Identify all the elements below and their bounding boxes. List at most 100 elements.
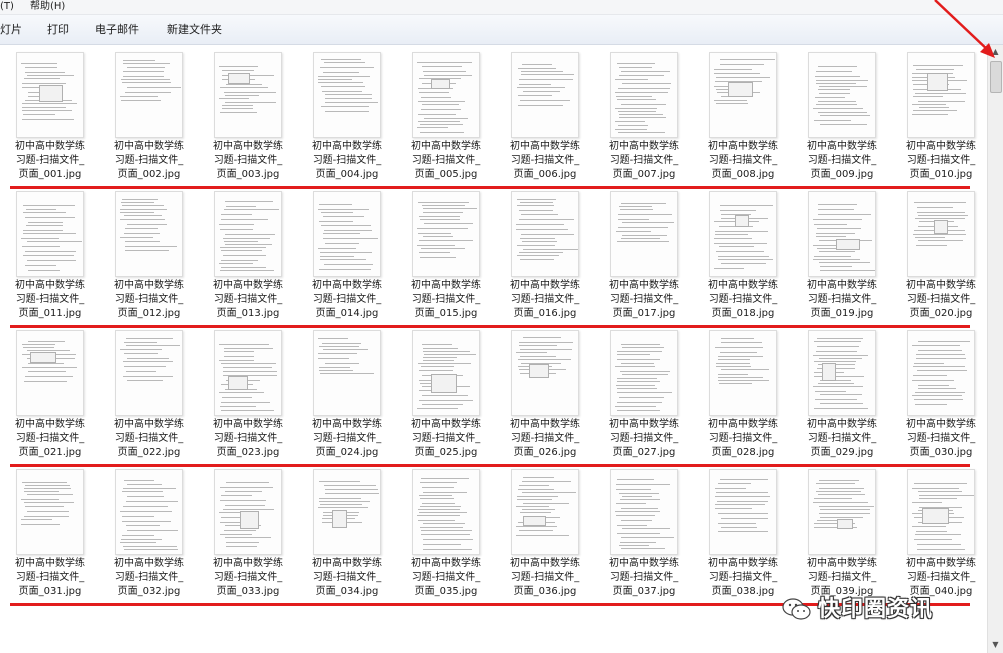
slideshow-button[interactable]: 灯片 xyxy=(0,23,22,37)
file-page-label: 页面_025.jpg xyxy=(414,447,478,458)
file-name-line2: 习题-扫描文件_ xyxy=(510,155,580,166)
file-tile[interactable]: 初中高中数学练 习题-扫描文件_ 页面_037.jpg xyxy=(597,466,691,604)
file-tile[interactable]: 初中高中数学练 习题-扫描文件_ 页面_010.jpg xyxy=(894,49,987,187)
file-tile[interactable]: 初中高中数学练 习题-扫描文件_ 页面_020.jpg xyxy=(894,188,987,326)
file-tile[interactable]: 初中高中数学练 习题-扫描文件_ 页面_022.jpg xyxy=(102,327,196,465)
file-thumbnail xyxy=(610,52,678,138)
file-tile[interactable]: 初中高中数学练 习题-扫描文件_ 页面_023.jpg xyxy=(201,327,295,465)
file-tile[interactable]: 初中高中数学练 习题-扫描文件_ 页面_025.jpg xyxy=(399,327,493,465)
file-name: 初中高中数学练 习题-扫描文件_ 页面_037.jpg xyxy=(597,557,691,599)
file-thumbnail xyxy=(115,52,183,138)
file-page-label: 页面_040.jpg xyxy=(909,586,973,597)
file-tile[interactable]: 初中高中数学练 习题-扫描文件_ 页面_040.jpg xyxy=(894,466,987,604)
scroll-up-arrow-icon[interactable]: ▲ xyxy=(990,47,1001,57)
menu-help[interactable]: 帮助(H) xyxy=(30,1,65,13)
file-tile[interactable]: 初中高中数学练 习题-扫描文件_ 页面_012.jpg xyxy=(102,188,196,326)
email-button[interactable]: 电子邮件 xyxy=(95,23,139,37)
file-page-label: 页面_037.jpg xyxy=(612,586,676,597)
scroll-down-arrow-icon[interactable]: ▼ xyxy=(990,640,1001,650)
file-name-line2: 习题-扫描文件_ xyxy=(312,572,382,583)
file-tile[interactable]: 初中高中数学练 习题-扫描文件_ 页面_013.jpg xyxy=(201,188,295,326)
file-thumbnail xyxy=(412,52,480,138)
file-tile[interactable]: 初中高中数学练 习题-扫描文件_ 页面_002.jpg xyxy=(102,49,196,187)
file-name: 初中高中数学练 习题-扫描文件_ 页面_009.jpg xyxy=(795,140,889,182)
file-name-line2: 习题-扫描文件_ xyxy=(213,155,283,166)
scroll-thumb[interactable] xyxy=(990,61,1002,93)
file-tile[interactable]: 初中高中数学练 习题-扫描文件_ 页面_007.jpg xyxy=(597,49,691,187)
file-tile[interactable]: 初中高中数学练 习题-扫描文件_ 页面_036.jpg xyxy=(498,466,592,604)
file-page-label: 页面_016.jpg xyxy=(513,308,577,319)
file-name: 初中高中数学练 习题-扫描文件_ 页面_020.jpg xyxy=(894,279,987,321)
file-tile[interactable]: 初中高中数学练 习题-扫描文件_ 页面_006.jpg xyxy=(498,49,592,187)
row-highlight-underline xyxy=(10,464,970,467)
file-tile[interactable]: 初中高中数学练 习题-扫描文件_ 页面_003.jpg xyxy=(201,49,295,187)
file-name-line2: 习题-扫描文件_ xyxy=(510,433,580,444)
file-name: 初中高中数学练 习题-扫描文件_ 页面_023.jpg xyxy=(201,418,295,460)
file-thumbnail xyxy=(214,191,282,277)
file-tile[interactable]: 初中高中数学练 习题-扫描文件_ 页面_011.jpg xyxy=(3,188,97,326)
file-tile[interactable]: 初中高中数学练 习题-扫描文件_ 页面_038.jpg xyxy=(696,466,790,604)
row-highlight-underline xyxy=(10,603,970,606)
file-name-line1: 初中高中数学练 xyxy=(213,141,283,152)
file-name: 初中高中数学练 习题-扫描文件_ 页面_030.jpg xyxy=(894,418,987,460)
file-page-label: 页面_032.jpg xyxy=(117,586,181,597)
file-page-label: 页面_024.jpg xyxy=(315,447,379,458)
file-tile[interactable]: 初中高中数学练 习题-扫描文件_ 页面_034.jpg xyxy=(300,466,394,604)
file-page-label: 页面_005.jpg xyxy=(414,169,478,180)
file-tile[interactable]: 初中高中数学练 习题-扫描文件_ 页面_019.jpg xyxy=(795,188,889,326)
file-tile[interactable]: 初中高中数学练 习题-扫描文件_ 页面_021.jpg xyxy=(3,327,97,465)
file-tile[interactable]: 初中高中数学练 习题-扫描文件_ 页面_027.jpg xyxy=(597,327,691,465)
file-name-line1: 初中高中数学练 xyxy=(114,558,184,569)
file-page-label: 页面_038.jpg xyxy=(711,586,775,597)
file-name-line1: 初中高中数学练 xyxy=(312,280,382,291)
file-name-line1: 初中高中数学练 xyxy=(708,141,778,152)
file-name-line1: 初中高中数学练 xyxy=(213,558,283,569)
file-name-line1: 初中高中数学练 xyxy=(510,558,580,569)
file-thumbnail xyxy=(16,191,84,277)
file-tile[interactable]: 初中高中数学练 习题-扫描文件_ 页面_018.jpg xyxy=(696,188,790,326)
file-page-label: 页面_002.jpg xyxy=(117,169,181,180)
file-thumbnail xyxy=(313,469,381,555)
file-tile[interactable]: 初中高中数学练 习题-扫描文件_ 页面_001.jpg xyxy=(3,49,97,187)
file-tile[interactable]: 初中高中数学练 习题-扫描文件_ 页面_029.jpg xyxy=(795,327,889,465)
file-tile[interactable]: 初中高中数学练 习题-扫描文件_ 页面_035.jpg xyxy=(399,466,493,604)
file-tile[interactable]: 初中高中数学练 习题-扫描文件_ 页面_016.jpg xyxy=(498,188,592,326)
file-tile[interactable]: 初中高中数学练 习题-扫描文件_ 页面_014.jpg xyxy=(300,188,394,326)
menu-tools[interactable]: (T) xyxy=(0,1,14,13)
file-tile[interactable]: 初中高中数学练 习题-扫描文件_ 页面_033.jpg xyxy=(201,466,295,604)
file-tile[interactable]: 初中高中数学练 习题-扫描文件_ 页面_017.jpg xyxy=(597,188,691,326)
file-name-line2: 习题-扫描文件_ xyxy=(15,572,85,583)
file-tile[interactable]: 初中高中数学练 习题-扫描文件_ 页面_026.jpg xyxy=(498,327,592,465)
file-tile[interactable]: 初中高中数学练 习题-扫描文件_ 页面_024.jpg xyxy=(300,327,394,465)
file-page-label: 页面_015.jpg xyxy=(414,308,478,319)
file-thumbnail xyxy=(16,52,84,138)
print-button[interactable]: 打印 xyxy=(47,23,69,37)
new-folder-button[interactable]: 新建文件夹 xyxy=(167,23,222,37)
file-thumbnail xyxy=(610,191,678,277)
file-tile[interactable]: 初中高中数学练 习题-扫描文件_ 页面_004.jpg xyxy=(300,49,394,187)
file-tile[interactable]: 初中高中数学练 习题-扫描文件_ 页面_030.jpg xyxy=(894,327,987,465)
file-name: 初中高中数学练 习题-扫描文件_ 页面_021.jpg xyxy=(3,418,97,460)
file-tile[interactable]: 初中高中数学练 习题-扫描文件_ 页面_039.jpg xyxy=(795,466,889,604)
file-tile[interactable]: 初中高中数学练 习题-扫描文件_ 页面_032.jpg xyxy=(102,466,196,604)
file-thumbnail xyxy=(214,330,282,416)
file-name-line1: 初中高中数学练 xyxy=(708,558,778,569)
vertical-scrollbar[interactable]: ▲ ▼ xyxy=(987,45,1003,653)
file-name-line1: 初中高中数学练 xyxy=(114,419,184,430)
file-tile[interactable]: 初中高中数学练 习题-扫描文件_ 页面_009.jpg xyxy=(795,49,889,187)
menu-bar: (T) 帮助(H) xyxy=(0,0,1003,15)
file-page-label: 页面_034.jpg xyxy=(315,586,379,597)
file-tile[interactable]: 初中高中数学练 习题-扫描文件_ 页面_031.jpg xyxy=(3,466,97,604)
file-name: 初中高中数学练 习题-扫描文件_ 页面_004.jpg xyxy=(300,140,394,182)
file-tile[interactable]: 初中高中数学练 习题-扫描文件_ 页面_015.jpg xyxy=(399,188,493,326)
file-thumbnail xyxy=(313,191,381,277)
file-tile[interactable]: 初中高中数学练 习题-扫描文件_ 页面_008.jpg xyxy=(696,49,790,187)
file-tile[interactable]: 初中高中数学练 习题-扫描文件_ 页面_005.jpg xyxy=(399,49,493,187)
file-name: 初中高中数学练 习题-扫描文件_ 页面_026.jpg xyxy=(498,418,592,460)
file-tile[interactable]: 初中高中数学练 习题-扫描文件_ 页面_028.jpg xyxy=(696,327,790,465)
file-name-line2: 习题-扫描文件_ xyxy=(906,155,976,166)
file-thumbnail xyxy=(511,191,579,277)
file-thumbnail xyxy=(511,52,579,138)
file-name: 初中高中数学练 习题-扫描文件_ 页面_032.jpg xyxy=(102,557,196,599)
file-name: 初中高中数学练 习题-扫描文件_ 页面_028.jpg xyxy=(696,418,790,460)
